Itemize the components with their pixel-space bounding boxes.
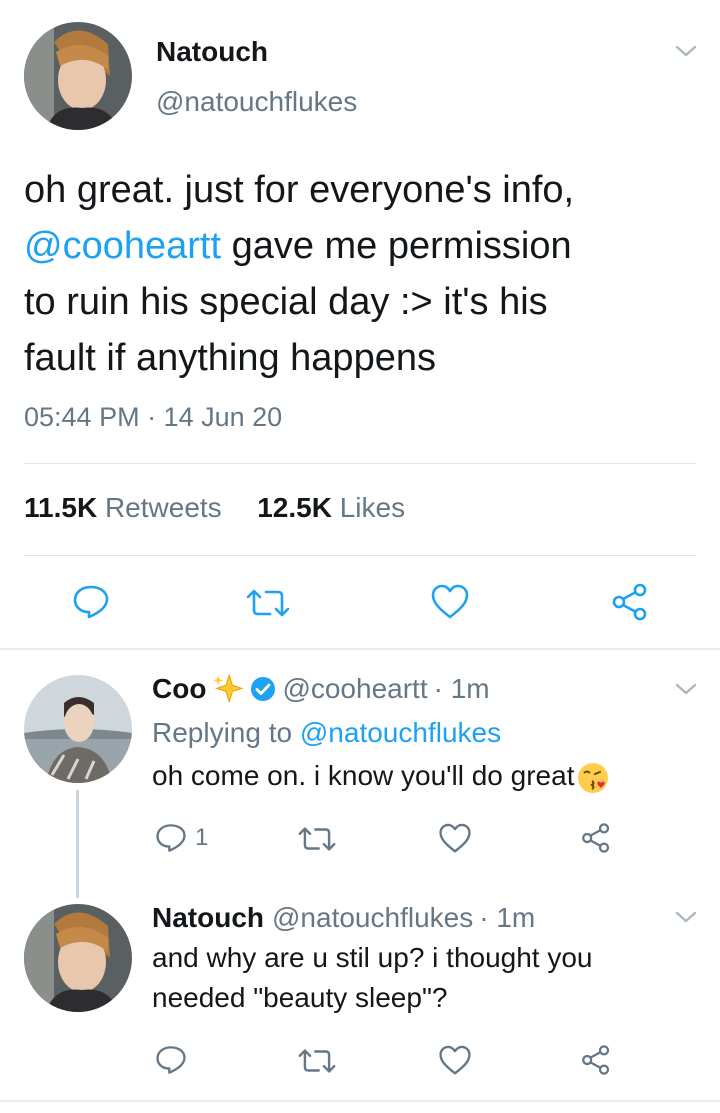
section-separator	[0, 1100, 720, 1102]
like-button[interactable]	[430, 584, 470, 620]
like-icon	[431, 584, 469, 619]
sparkles-icon	[213, 673, 244, 704]
replying-to: Replying to @natouchflukes	[152, 713, 501, 753]
reply-icon	[156, 1046, 186, 1074]
tweet-text-line-2-rest: gave me permission	[221, 225, 572, 267]
like-button[interactable]	[438, 1045, 472, 1076]
chevron-down-icon[interactable]	[674, 42, 698, 60]
reply-text: and why are u stil up? i thought you nee…	[152, 938, 593, 1018]
reply-text-content: oh come on. i know you'll do great	[152, 760, 575, 791]
reply-author-handle[interactable]: @natouchflukes	[272, 902, 473, 934]
retweet-icon	[246, 589, 290, 617]
author-handle[interactable]: @natouchflukes	[156, 86, 357, 118]
share-icon	[582, 823, 610, 853]
reply-author-handle[interactable]: @cooheartt	[282, 673, 427, 705]
retweets-label: Retweets	[104, 492, 222, 523]
reply-button[interactable]	[155, 1044, 187, 1076]
reply-button[interactable]: 1	[155, 822, 208, 854]
reply-header: Natouch @natouchflukes · 1m	[152, 898, 535, 938]
tweet-stats: 11.5K Retweets 12.5K Likes	[24, 492, 405, 524]
retweets-stat[interactable]: 11.5K Retweets	[24, 492, 222, 523]
share-icon	[582, 1045, 610, 1075]
thread-line	[76, 790, 79, 898]
reply-text-line-1: and why are u stil up? i thought you	[152, 942, 593, 973]
likes-stat[interactable]: 12.5K Likes	[257, 492, 405, 523]
verified-badge-icon	[251, 677, 276, 701]
tweet-text-line-4: fault if anything happens	[24, 337, 436, 379]
tweet-text-line-2: @cooheartt gave me permission	[24, 218, 694, 274]
likes-label: Likes	[339, 492, 406, 523]
retweet-icon	[298, 827, 336, 851]
reply-icon	[156, 824, 186, 852]
share-button[interactable]	[580, 1044, 612, 1076]
retweet-button[interactable]	[298, 826, 336, 852]
divider	[24, 555, 696, 556]
section-separator	[0, 648, 720, 650]
retweet-icon	[298, 1049, 336, 1073]
tweet-timestamp[interactable]: 05:44 PM · 14 Jun 20	[24, 402, 282, 433]
reply-text-line-2: needed "beauty sleep"?	[152, 982, 448, 1013]
like-icon	[439, 823, 471, 853]
reply-author-name[interactable]: Natouch	[152, 902, 264, 934]
avatar-natouch[interactable]	[24, 22, 132, 130]
like-icon	[439, 1045, 471, 1075]
reply-time: · 1m	[433, 673, 490, 704]
reply-count: 1	[195, 824, 209, 851]
share-button[interactable]	[580, 822, 612, 854]
retweet-button[interactable]	[298, 1048, 336, 1074]
tweet-text-line-1: oh great. just for everyone's info,	[24, 169, 575, 211]
retweet-button[interactable]	[246, 588, 290, 618]
mention-link[interactable]: @cooheartt	[24, 225, 221, 267]
likes-count: 12.5K	[257, 492, 332, 523]
share-icon	[612, 583, 647, 621]
avatar-natouch[interactable]	[24, 904, 132, 1012]
reply-text: oh come on. i know you'll do great	[152, 756, 610, 796]
tweet-text-line-3: to ruin his special day :> it's his	[24, 281, 548, 323]
share-button[interactable]	[610, 582, 650, 622]
avatar-coo[interactable]	[24, 675, 132, 783]
retweets-count: 11.5K	[24, 492, 98, 523]
reply-author-name[interactable]: Coo	[152, 673, 206, 705]
kissing-face-emoji	[578, 762, 609, 793]
chevron-down-icon[interactable]	[674, 680, 698, 698]
reply-icon	[73, 585, 109, 619]
chevron-down-icon[interactable]	[674, 908, 698, 926]
replying-to-mention[interactable]: @natouchflukes	[300, 717, 501, 748]
author-name[interactable]: Natouch	[156, 36, 268, 68]
reply-header: Coo @cooheartt · 1m	[152, 670, 490, 708]
like-button[interactable]	[438, 823, 472, 854]
replying-to-prefix: Replying to	[152, 717, 300, 748]
divider	[24, 463, 696, 464]
reply-button[interactable]	[72, 584, 110, 620]
tweet-text: oh great. just for everyone's info, @coo…	[24, 162, 694, 386]
reply-time: · 1m	[479, 902, 536, 933]
